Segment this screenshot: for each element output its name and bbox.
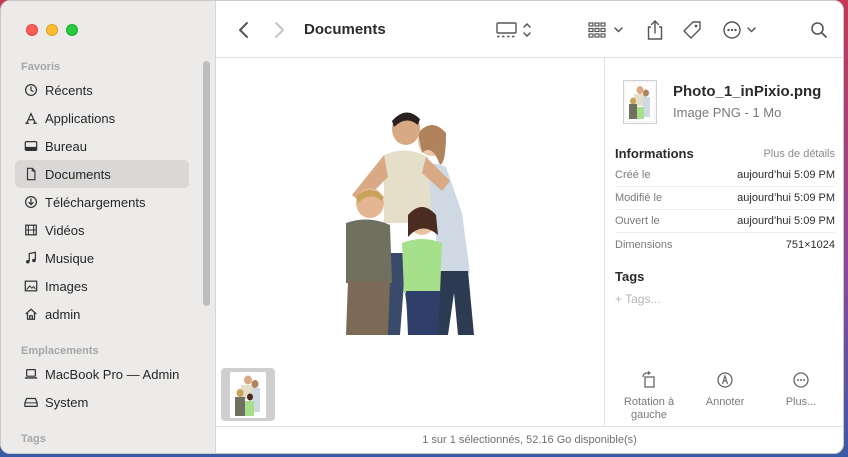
markup-button[interactable]: Annoter [685,370,765,409]
sidebar-section-favorites: Favoris [21,61,61,73]
preview-thumbnail[interactable] [221,368,275,421]
share-icon [647,20,663,40]
info-section-title: Informations [615,146,694,161]
photo-icon [23,278,39,294]
sidebar-section-locations: Emplacements [21,345,99,357]
forward-button[interactable] [269,19,289,41]
info-value: aujourd’hui 5:09 PM [737,169,835,181]
drive-icon [23,394,39,410]
window-title: Documents [304,21,386,38]
grid-group-icon [588,22,623,38]
window-controls [26,24,78,36]
more-icon [791,370,811,390]
close-window-button[interactable] [26,24,38,36]
info-row-opened: Ouvert le aujourd’hui 5:09 PM [615,210,835,233]
file-kind: Image PNG - 1 Mo [673,105,782,120]
view-mode-button[interactable] [496,19,536,41]
sidebar-item-label: Applications [45,110,116,126]
minimize-window-button[interactable] [46,24,58,36]
family-photo[interactable] [322,103,494,335]
more-label: Plus... [785,396,817,408]
share-button[interactable] [644,19,666,41]
ellipsis-circle-icon [723,21,756,39]
info-key: Modifié le [615,192,663,204]
sidebar-item-applications[interactable]: Applications [15,104,189,132]
info-pane: Photo_1_inPixio.png Image PNG - 1 Mo Inf… [604,58,843,428]
toolbar: Documents [216,1,843,58]
sidebar-item-label: System [45,394,89,410]
file-thumbnail [623,80,657,124]
tag-button[interactable] [681,19,703,41]
sidebar-item-images[interactable]: Images [15,272,189,300]
sidebar-item-label: Documents [45,166,111,182]
info-row-modified: Modifié le aujourd’hui 5:09 PM [615,187,835,210]
laptop-icon [23,366,39,382]
rotate-left-button[interactable]: Rotation à gauche [609,370,689,422]
info-key: Dimensions [615,238,673,251]
sidebar-item-label: admin [45,306,81,322]
sidebar-item-label: Bureau [45,138,87,154]
sidebar-item-recents[interactable]: Récents [15,76,189,104]
finder-window: Favoris Récents Applications Bureau Docu… [0,0,844,454]
info-value: 751×1024 [785,238,835,251]
gallery-view-icon [496,22,531,38]
sidebar-item-downloads[interactable]: Téléchargements [15,188,189,216]
sidebar-item-videos[interactable]: Vidéos [15,216,189,244]
sidebar-item-system[interactable]: System [15,388,189,416]
preview-area [216,58,604,428]
sidebar-item-label: Images [45,278,88,294]
zoom-window-button[interactable] [66,24,78,36]
sidebar-item-admin[interactable]: admin [15,300,189,328]
sidebar: Favoris Récents Applications Bureau Docu… [1,1,216,453]
status-text: 1 sur 1 sélectionnés, 52.16 Go disponibl… [422,434,637,446]
document-icon [23,166,39,182]
sidebar-section-tags: Tags [21,433,46,445]
group-button[interactable] [588,19,626,41]
chevron-left-icon [239,22,248,38]
tag-icon [683,21,701,39]
sidebar-item-label: Récents [45,82,93,98]
info-value: aujourd’hui 5:09 PM [737,192,835,204]
sidebar-item-documents[interactable]: Documents [15,160,189,188]
chevron-right-icon [275,22,284,38]
tags-input[interactable]: + Tags... [615,292,660,306]
more-details-link[interactable]: Plus de détails [763,148,835,160]
applications-icon [23,110,39,126]
more-actions-button[interactable] [722,19,760,41]
rotate-left-icon [639,370,659,390]
file-name: Photo_1_inPixio.png [673,83,822,100]
desktop-icon [23,138,39,154]
info-key: Créé le [615,169,651,181]
download-icon [23,194,39,210]
sidebar-item-label: Musique [45,250,95,266]
status-bar: 1 sur 1 sélectionnés, 52.16 Go disponibl… [216,426,843,453]
info-row-created: Créé le aujourd’hui 5:09 PM [615,164,835,187]
sidebar-item-macbook[interactable]: MacBook Pro — Admin [15,360,189,388]
film-icon [23,222,39,238]
sidebar-item-label: Vidéos [45,222,85,238]
markup-icon [715,370,735,390]
sidebar-item-label: MacBook Pro — Admin [45,366,180,382]
info-key: Ouvert le [615,215,660,227]
sidebar-scrollbar[interactable] [203,61,210,306]
home-icon [23,306,39,322]
sidebar-item-label: Téléchargements [45,194,146,210]
clock-icon [23,82,39,98]
search-button[interactable] [809,19,829,41]
rotate-left-label: Rotation à gauche [623,396,675,421]
info-row-dimensions: Dimensions 751×1024 [615,233,835,256]
tags-title: Tags [615,269,645,284]
search-icon [811,22,827,38]
music-note-icon [23,250,39,266]
sidebar-item-music[interactable]: Musique [15,244,189,272]
sidebar-item-desktop[interactable]: Bureau [15,132,189,160]
back-button[interactable] [234,19,254,41]
info-value: aujourd’hui 5:09 PM [737,215,835,227]
more-button[interactable]: Plus... [761,370,841,409]
markup-label: Annoter [705,396,745,408]
